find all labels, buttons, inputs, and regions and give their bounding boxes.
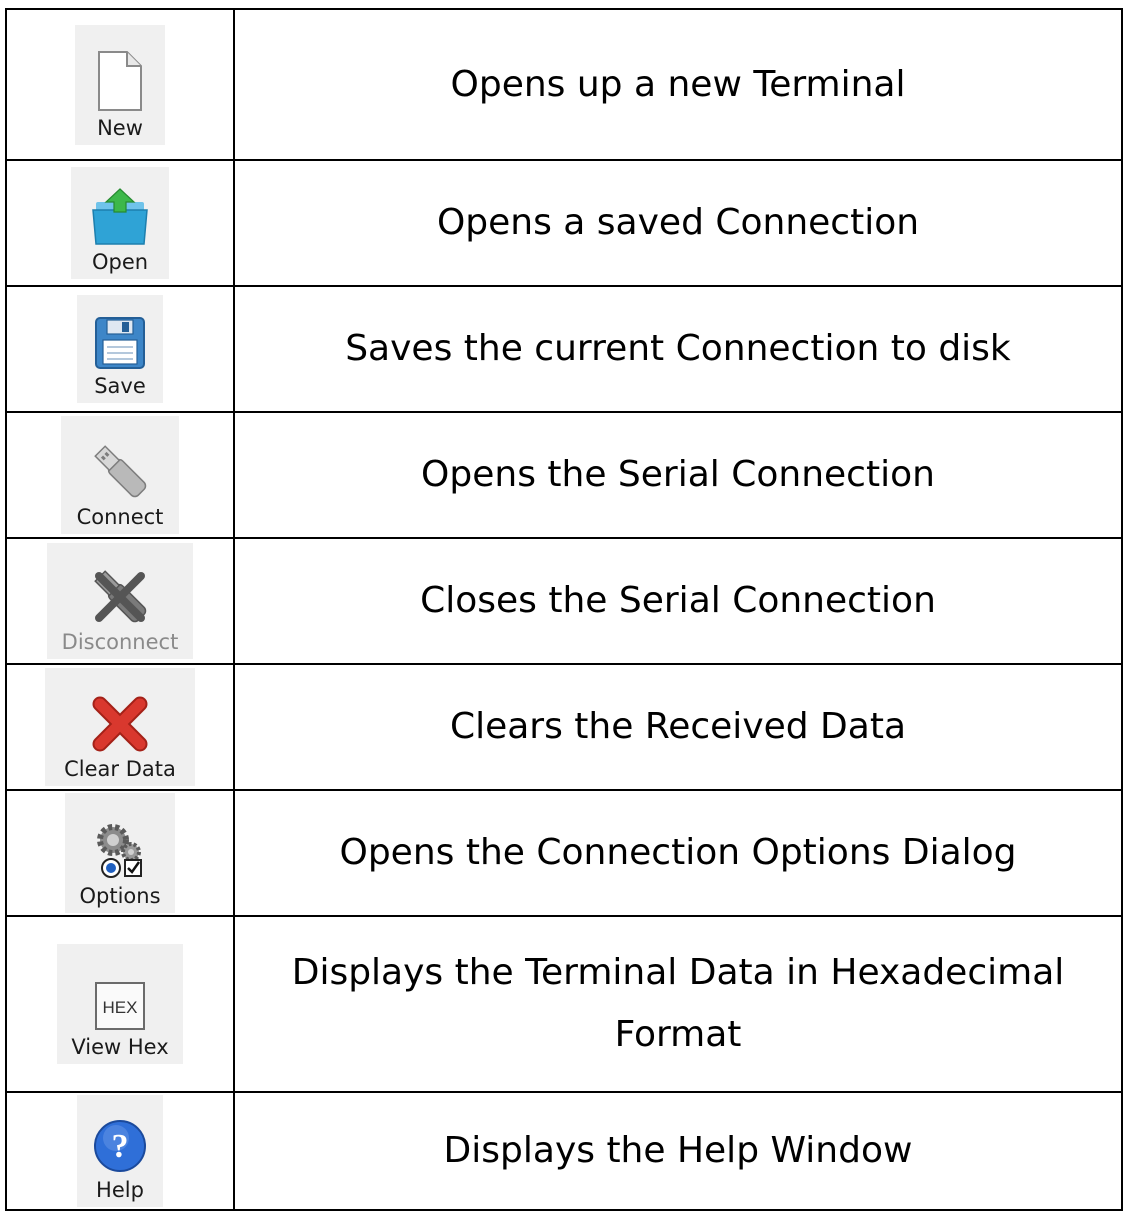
description-text: Opens the Connection Options Dialog	[339, 832, 1017, 873]
icon-cell: Connect	[5, 411, 235, 539]
table-row: Disconnect Closes the Serial Connection	[5, 537, 1123, 665]
disconnect-button[interactable]: Disconnect	[47, 543, 193, 659]
table-row: Connect Opens the Serial Connection	[5, 411, 1123, 539]
view-hex-button[interactable]: HEX View Hex	[57, 944, 183, 1064]
hex-icon-text: HEX	[103, 998, 138, 1017]
description-cell: Opens the Connection Options Dialog	[233, 789, 1123, 917]
icon-cell: Disconnect	[5, 537, 235, 665]
usb-plug-icon	[94, 445, 147, 498]
new-document-icon	[98, 50, 142, 111]
icon-cell: Save	[5, 285, 235, 413]
table-row: New Opens up a new Terminal	[5, 8, 1123, 161]
button-label: Save	[94, 374, 146, 398]
connect-button[interactable]: Connect	[61, 416, 179, 534]
description-text: Displays the Help Window	[443, 1130, 913, 1171]
description-cell: Opens the Serial Connection	[233, 411, 1123, 539]
description-cell: Opens a saved Connection	[233, 159, 1123, 287]
red-x-icon	[92, 696, 148, 752]
description-text: Clears the Received Data	[449, 706, 907, 747]
question-glyph: ?	[112, 1128, 129, 1165]
button-label: Disconnect	[61, 630, 179, 654]
button-label: New	[97, 115, 143, 140]
description-text: Closes the Serial Connection	[420, 580, 936, 621]
icon-cell: New	[5, 8, 235, 161]
options-button[interactable]: Options	[65, 793, 175, 913]
table-row: Open Opens a saved Connection	[5, 159, 1123, 287]
icon-cell: ? Help	[5, 1091, 235, 1211]
clear-data-button[interactable]: Clear Data	[45, 668, 195, 786]
toolbar-reference-table: New Opens up a new Terminal Open Opens a…	[5, 8, 1123, 1211]
table-row: Options Opens the Connection Options Dia…	[5, 789, 1123, 917]
description-text: Opens up a new Terminal	[450, 63, 906, 105]
table-row: Clear Data Clears the Received Data	[5, 663, 1123, 791]
table-row: HEX View Hex Displays the Terminal Data …	[5, 915, 1123, 1093]
description-text: Opens a saved Connection	[436, 202, 920, 243]
description-cell: Clears the Received Data	[233, 663, 1123, 791]
description-text-line1: Displays the Terminal Data in Hexadecima…	[291, 952, 1065, 993]
open-button[interactable]: Open	[71, 167, 169, 279]
new-button[interactable]: New	[75, 24, 165, 145]
button-label: View Hex	[71, 1035, 169, 1059]
description-cell: Displays the Terminal Data in Hexadecima…	[233, 915, 1123, 1093]
description-text-line2: Format	[614, 1014, 742, 1055]
table-row: ? Help Displays the Help Window	[5, 1091, 1123, 1211]
icon-cell: Options	[5, 789, 235, 917]
description-text: Opens the Serial Connection	[421, 454, 935, 495]
button-label: Options	[79, 884, 161, 908]
gears-options-icon	[97, 824, 142, 878]
icon-cell: Clear Data	[5, 663, 235, 791]
description-cell: Opens up a new Terminal	[233, 8, 1123, 161]
description-cell: Closes the Serial Connection	[233, 537, 1123, 665]
button-label: Clear Data	[64, 757, 176, 781]
icon-cell: HEX View Hex	[5, 915, 235, 1093]
icon-cell: Open	[5, 159, 235, 287]
description-text: Saves the current Connection to disk	[345, 328, 1011, 369]
button-label: Help	[96, 1178, 144, 1202]
save-button[interactable]: Save	[77, 295, 163, 403]
help-button[interactable]: ? Help	[77, 1095, 163, 1207]
button-label: Open	[91, 250, 149, 274]
table-row: Save Saves the current Connection to dis…	[5, 285, 1123, 413]
question-mark-icon: ?	[94, 1120, 146, 1172]
floppy-disk-icon	[95, 317, 145, 369]
hex-box-icon: HEX	[95, 982, 145, 1030]
usb-plug-crossed-icon	[94, 570, 147, 623]
button-label: Connect	[76, 505, 164, 529]
description-cell: Displays the Help Window	[233, 1091, 1123, 1211]
description-cell: Saves the current Connection to disk	[233, 285, 1123, 413]
open-folder-icon	[92, 188, 148, 245]
